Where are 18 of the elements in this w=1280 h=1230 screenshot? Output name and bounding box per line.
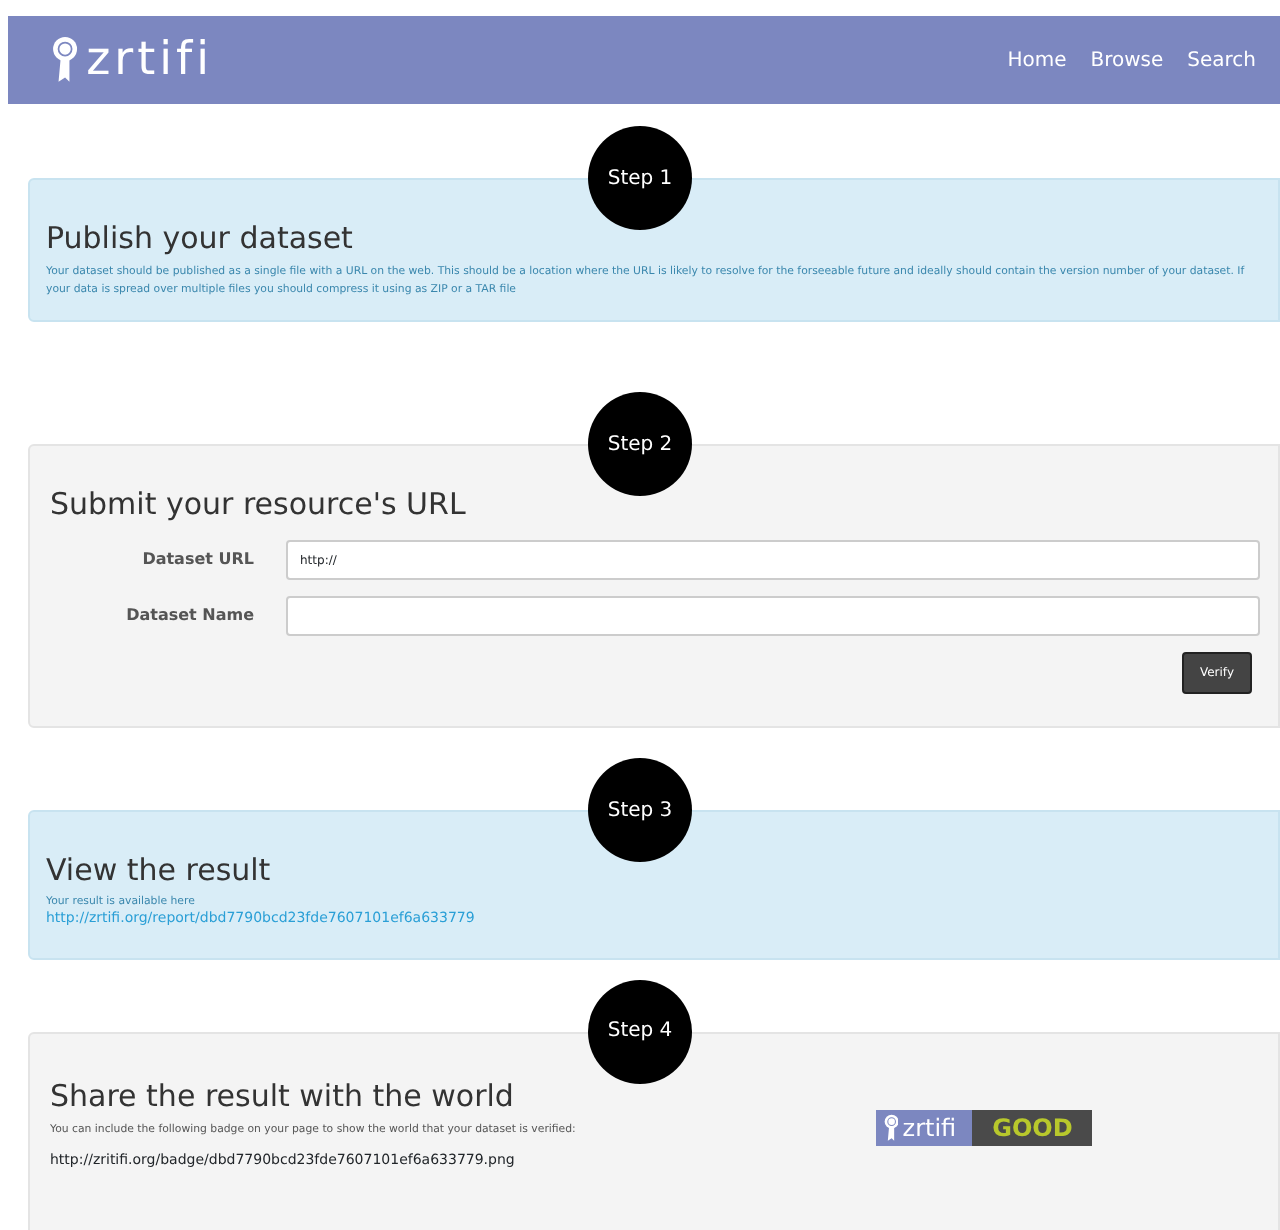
field-label: Dataset Name — [124, 604, 254, 628]
nav-link[interactable]: Browse — [1090, 45, 1164, 75]
step-badge: Step 4 — [588, 979, 692, 1084]
step-badge: Step 3 — [588, 758, 692, 862]
brand-logo[interactable]: zrtifi — [52, 36, 214, 84]
section-title: Submit your resource's URL — [50, 486, 468, 522]
section-title: View the result — [46, 852, 273, 888]
ribbon-icon — [52, 36, 79, 84]
badge-brand: zrtifi — [902, 1111, 957, 1146]
step-badge: Step 2 — [588, 392, 692, 496]
nav-link[interactable]: Home — [1007, 45, 1067, 75]
section-title: Publish your dataset — [46, 220, 355, 256]
input-field[interactable] — [286, 596, 1260, 636]
nav-link[interactable]: Search — [1187, 45, 1256, 75]
section-title: Share the result with the world — [50, 1077, 516, 1114]
badge-rating: GOOD — [972, 1109, 1093, 1146]
field-label: Dataset URL — [140, 548, 254, 572]
step-badge: Step 1 — [588, 126, 692, 230]
